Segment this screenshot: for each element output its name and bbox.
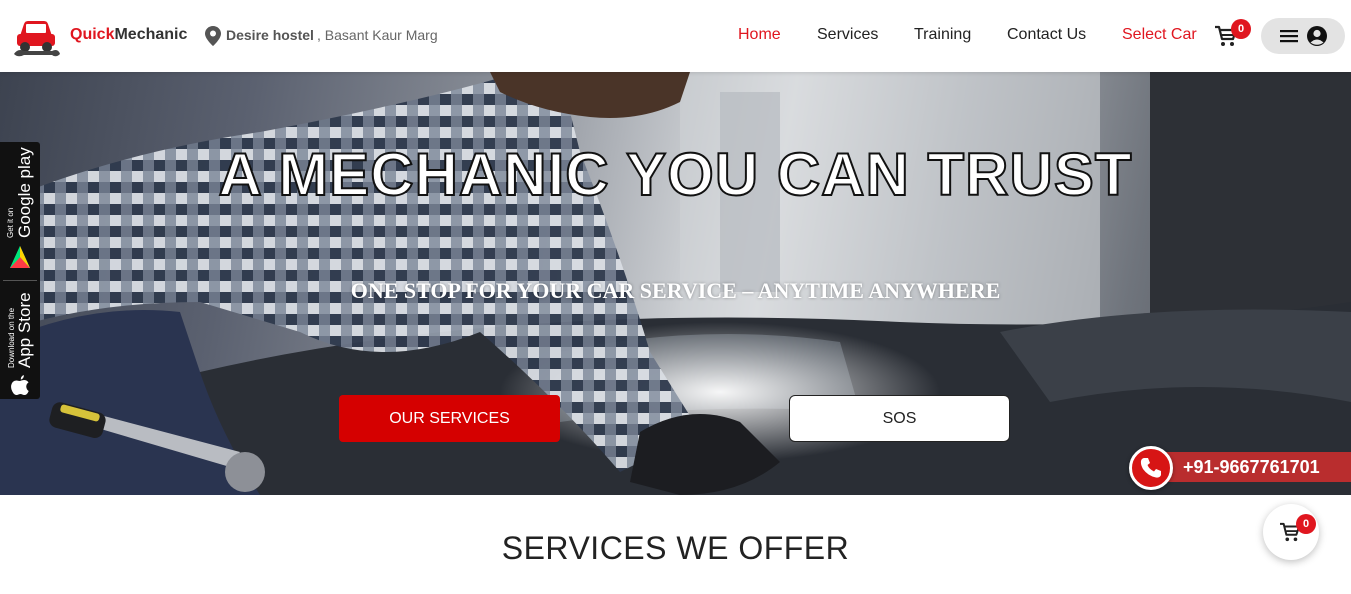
google-play-small-text: Get it on <box>6 207 15 238</box>
location-pin-icon <box>205 26 221 46</box>
our-services-button[interactable]: OUR SERVICES <box>339 395 560 442</box>
google-play-badge[interactable]: Get it on Google play <box>0 142 40 278</box>
brand-name[interactable]: QuickMechanic <box>70 26 187 44</box>
floating-cart-count-badge: 0 <box>1296 514 1316 534</box>
cart-count-badge: 0 <box>1231 19 1251 39</box>
nav-training[interactable]: Training <box>914 26 971 44</box>
user-menu-button[interactable] <box>1261 18 1345 54</box>
badge-divider <box>3 280 37 281</box>
floating-cart-button[interactable]: 0 <box>1263 504 1319 560</box>
section-heading-services: SERVICES WE OFFER <box>501 530 850 566</box>
site-header: QuickMechanic Desire hostel , Basant Kau… <box>0 0 1351 72</box>
hero-banner: A MECHANIC YOU CAN TRUST ONE STOP FOR YO… <box>0 72 1351 495</box>
apple-logo-icon <box>11 375 29 396</box>
hero-subtitle: ONE STOP FOR YOUR CAR SERVICE – ANYTIME … <box>350 278 1001 303</box>
phone-number-banner[interactable]: +91-9667761701 <box>1150 452 1351 482</box>
location-address[interactable]: , Basant Kaur Marg <box>317 27 438 43</box>
call-button[interactable] <box>1129 446 1173 490</box>
app-store-big-text: App Store <box>15 292 34 368</box>
app-download-strip: Get it on Google play Download on the Ap… <box>0 142 40 399</box>
hero-title: A MECHANIC YOU CAN TRUST <box>217 140 1133 209</box>
app-store-badge[interactable]: Download on the App Store <box>0 282 40 399</box>
user-account-icon <box>1307 26 1327 46</box>
sos-button[interactable]: SOS <box>789 395 1010 442</box>
google-play-big-text: Google play <box>15 147 34 238</box>
hamburger-menu-icon <box>1280 30 1298 43</box>
logo-car-wrench-icon[interactable] <box>12 14 62 58</box>
nav-services[interactable]: Services <box>817 26 878 44</box>
nav-home[interactable]: Home <box>738 26 781 44</box>
brand-accent: Quick <box>70 26 115 43</box>
location-name[interactable]: Desire hostel <box>226 27 314 43</box>
nav-contact-us[interactable]: Contact Us <box>1007 26 1086 44</box>
nav-select-car[interactable]: Select Car <box>1122 26 1197 44</box>
google-play-icon <box>10 246 30 268</box>
brand-rest: Mechanic <box>114 26 188 43</box>
phone-icon <box>1140 458 1161 478</box>
